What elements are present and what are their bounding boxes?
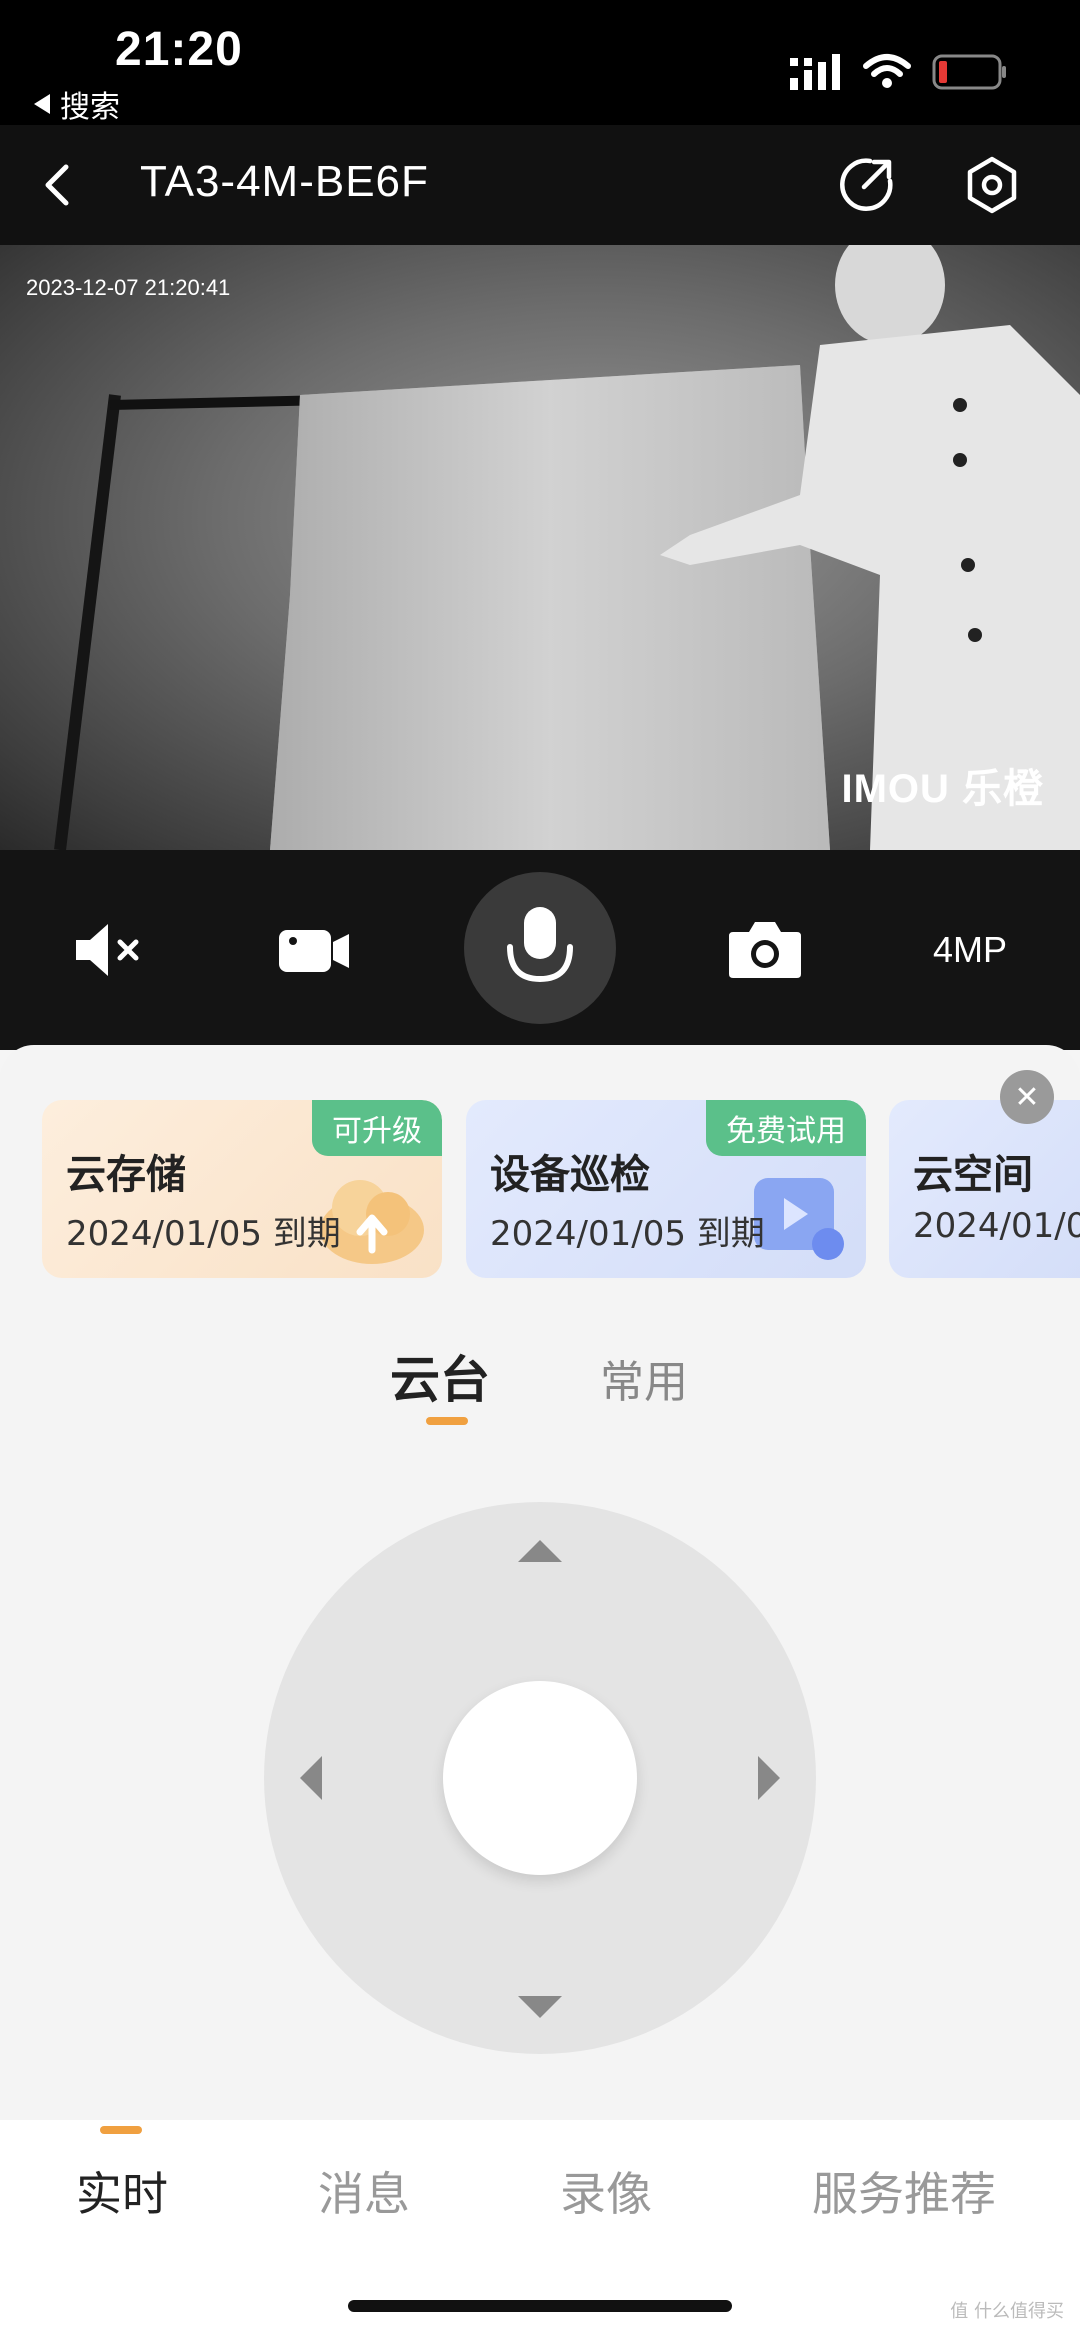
live-video-feed[interactable]: 2023-12-07 21:20:41 IMOU 乐橙 (0, 245, 1080, 850)
talk-button[interactable] (464, 872, 616, 1024)
card-title: 设备巡检 (490, 1152, 650, 1198)
mute-icon (76, 924, 139, 976)
nav-active-indicator (100, 2126, 142, 2134)
pan-down-arrow-icon[interactable] (518, 1996, 562, 2018)
close-icon: ✕ (1014, 1079, 1040, 1115)
service-card-cloud-space[interactable]: 云空间 2024/01/05 (889, 1100, 1080, 1278)
battery-icon (932, 54, 1006, 90)
status-bar: 21:20 搜索 (0, 0, 1080, 125)
card-expiry: 2024/01/05 (913, 1206, 1080, 1246)
card-expiry: 2024/01/05 到期 (490, 1214, 765, 1254)
video-quality-toggle[interactable]: 4MP (910, 920, 1030, 980)
upgrade-badge: 可升级 (312, 1100, 442, 1156)
tab-common[interactable]: 常用 (600, 1346, 688, 1410)
microphone-icon (507, 907, 573, 983)
snapshot-button[interactable] (725, 910, 805, 990)
wifi-icon (863, 54, 911, 88)
mute-button[interactable] (70, 910, 150, 990)
service-card-device-inspection[interactable]: 免费试用 设备巡检 2024/01/05 到期 (466, 1100, 866, 1278)
pan-right-arrow-icon[interactable] (758, 1756, 780, 1800)
back-to-search[interactable]: 搜索 (34, 82, 120, 126)
pan-left-arrow-icon[interactable] (300, 1756, 322, 1800)
close-cards-button[interactable]: ✕ (1000, 1070, 1054, 1124)
brand-watermark: IMOU 乐橙 (841, 767, 1044, 811)
home-indicator[interactable] (348, 2300, 732, 2312)
ptz-center-knob[interactable] (443, 1681, 637, 1875)
device-title: TA3-4M-BE6F (140, 157, 429, 206)
record-video-button[interactable] (275, 910, 355, 990)
cellular-signal-icon (790, 54, 840, 90)
service-card-cloud-storage[interactable]: 可升级 云存储 2024/01/05 到期 (42, 1100, 442, 1278)
tab-ptz[interactable]: 云台 (390, 1340, 490, 1412)
pan-up-arrow-icon[interactable] (518, 1540, 562, 1562)
settings-icon[interactable] (960, 153, 1024, 217)
app-header: TA3-4M-BE6F (0, 125, 1080, 245)
back-icon[interactable] (30, 155, 90, 215)
ptz-tabs: 云台 常用 (0, 1340, 1080, 1420)
card-title: 云空间 (913, 1152, 1033, 1198)
camera-icon (729, 922, 801, 978)
card-title: 云存储 (66, 1152, 186, 1198)
nav-messages[interactable]: 消息 (318, 2158, 410, 2224)
active-tab-indicator (426, 1417, 468, 1425)
status-clock: 21:20 (115, 23, 243, 76)
nav-services[interactable]: 服务推荐 (812, 2158, 996, 2224)
nav-recordings[interactable]: 录像 (560, 2158, 652, 2224)
source-watermark: 值 什么值得买 (950, 2301, 1064, 2322)
back-triangle-icon (34, 94, 50, 114)
card-expiry: 2024/01/05 到期 (66, 1214, 341, 1254)
share-icon[interactable] (834, 153, 898, 217)
free-trial-badge: 免费试用 (706, 1100, 866, 1156)
nav-live[interactable]: 实时 (76, 2158, 168, 2224)
back-search-label: 搜索 (60, 90, 120, 125)
video-timestamp: 2023-12-07 21:20:41 (26, 275, 231, 300)
video-controls-bar: 4MP (0, 850, 1080, 1050)
video-record-icon (279, 930, 349, 972)
